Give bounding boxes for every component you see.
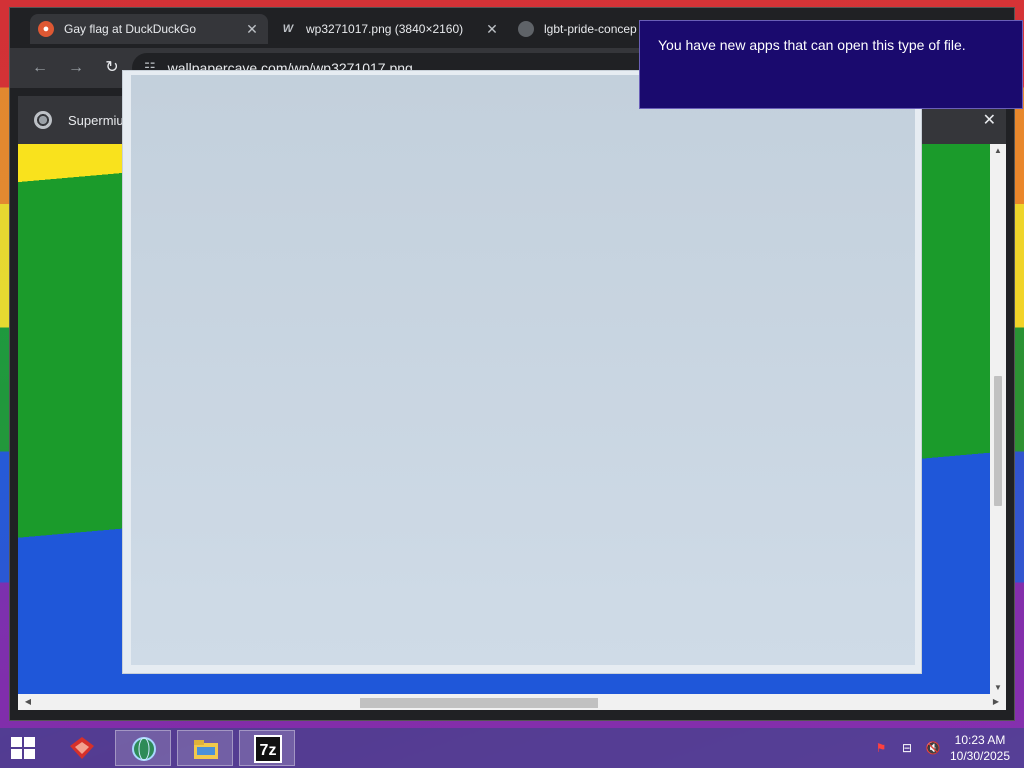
chromium-icon <box>34 111 52 129</box>
taskbar-7zip[interactable]: 7z <box>239 730 295 766</box>
toast-message: You have new apps that can open this typ… <box>658 37 966 53</box>
tab-duckduckgo[interactable]: ● Gay flag at DuckDuckGo ✕ <box>30 14 268 44</box>
tab-close-icon[interactable]: ✕ <box>484 21 500 38</box>
vertical-scroll-thumb[interactable] <box>994 376 1002 506</box>
taskbar: 7z ⚑ ⊟ 🔇 10:23 AM 10/30/2025 <box>0 728 1024 768</box>
file-explorer-icon <box>194 740 218 759</box>
taskbar-app-red[interactable] <box>54 730 110 766</box>
back-button[interactable]: ← <box>30 58 50 78</box>
infobar-text: Supermiu <box>68 112 124 128</box>
forward-button[interactable]: → <box>66 58 86 78</box>
scroll-down-icon[interactable]: ▼ <box>990 683 1006 692</box>
app-picker-dialog <box>122 70 922 674</box>
start-icon[interactable] <box>8 736 40 760</box>
infobar-close-icon[interactable]: ✕ <box>983 110 996 130</box>
horizontal-scroll-thumb[interactable] <box>360 698 598 708</box>
tab-wallpaper[interactable]: W wp3271017.png (3840×2160) ✕ <box>272 14 508 44</box>
notification-toast[interactable]: You have new apps that can open this typ… <box>639 20 1023 109</box>
wallpapercave-icon: W <box>282 23 294 35</box>
browser-globe-icon <box>132 737 156 761</box>
app-red-icon <box>70 737 94 759</box>
scroll-right-icon[interactable]: ▶ <box>988 694 1004 710</box>
taskbar-file-explorer[interactable] <box>177 730 233 766</box>
vertical-scrollbar[interactable]: ▲ ▼ <box>990 144 1006 694</box>
tab-lgbt-pride[interactable]: lgbt-pride-concep <box>510 14 650 44</box>
tab-label: wp3271017.png (3840×2160) <box>306 22 464 36</box>
tab-close-icon[interactable]: ✕ <box>244 21 260 38</box>
clock-time: 10:23 AM <box>954 733 1006 747</box>
volume-muted-icon[interactable]: 🔇 <box>924 740 942 756</box>
network-icon[interactable]: ⊟ <box>898 740 916 756</box>
7zip-icon: 7z <box>254 735 282 763</box>
tab-label: lgbt-pride-concep <box>544 22 637 36</box>
duckduckgo-icon: ● <box>38 21 54 37</box>
reload-button[interactable]: ↻ <box>102 58 122 78</box>
action-center-flag-icon[interactable]: ⚑ <box>872 740 890 756</box>
taskbar-clock[interactable]: 10:23 AM 10/30/2025 <box>944 732 1016 764</box>
taskbar-browser[interactable] <box>115 730 171 766</box>
globe-icon <box>518 21 534 37</box>
tab-label: Gay flag at DuckDuckGo <box>64 22 197 36</box>
dialog-content <box>131 75 915 665</box>
system-tray: ⚑ ⊟ 🔇 <box>872 740 942 756</box>
horizontal-scrollbar[interactable]: ◀ ▶ <box>18 694 1006 710</box>
scroll-left-icon[interactable]: ◀ <box>20 694 36 710</box>
clock-date: 10/30/2025 <box>949 749 1011 763</box>
scroll-up-icon[interactable]: ▲ <box>990 146 1006 155</box>
